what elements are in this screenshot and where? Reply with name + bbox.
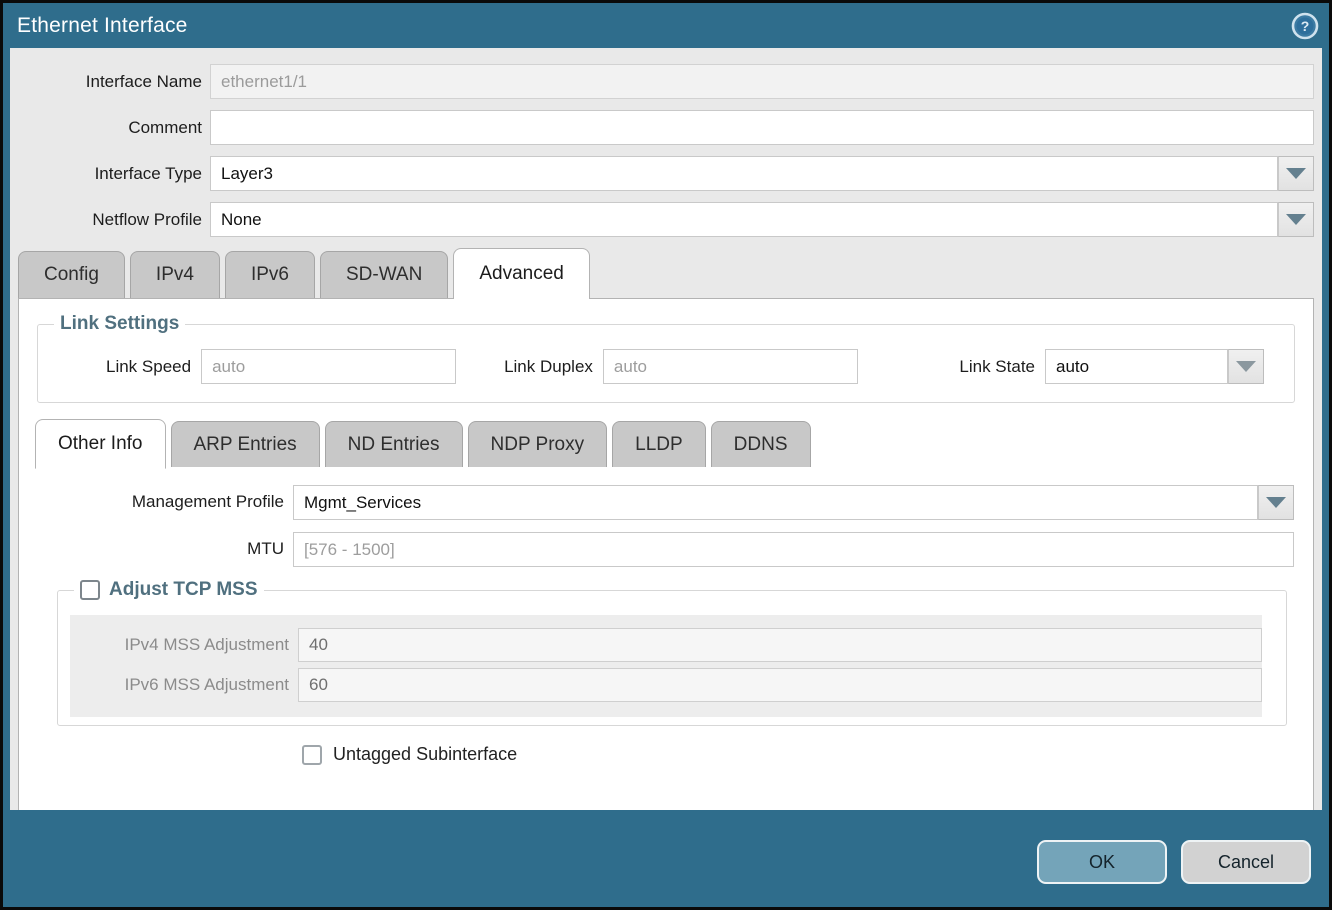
tab-arp-entries[interactable]: ARP Entries xyxy=(171,421,320,467)
interface-type-label: Interface Type xyxy=(18,164,210,184)
chevron-down-icon xyxy=(1266,497,1286,508)
ok-button[interactable]: OK xyxy=(1037,840,1167,884)
link-state-select[interactable] xyxy=(1045,349,1228,384)
management-profile-select[interactable] xyxy=(293,485,1258,520)
tab-ndp-proxy[interactable]: NDP Proxy xyxy=(468,421,608,467)
link-speed-label: Link Speed xyxy=(106,357,201,377)
interface-name-label: Interface Name xyxy=(18,72,210,92)
management-profile-dropdown-button[interactable] xyxy=(1258,485,1294,520)
link-duplex-input[interactable] xyxy=(603,349,858,384)
comment-label: Comment xyxy=(18,118,210,138)
other-info-panel: Management Profile MTU xyxy=(35,467,1297,765)
interface-type-dropdown-button[interactable] xyxy=(1278,156,1314,191)
ethernet-interface-dialog: Ethernet Interface ? Interface Name Comm… xyxy=(0,0,1332,910)
link-speed-input[interactable] xyxy=(201,349,456,384)
tab-nd-entries[interactable]: ND Entries xyxy=(325,421,463,467)
advanced-tab-panel: Link Settings Link Speed Link Duplex xyxy=(18,298,1314,810)
help-icon[interactable]: ? xyxy=(1291,12,1319,40)
mtu-row: MTU xyxy=(35,532,1297,566)
svg-text:?: ? xyxy=(1301,18,1310,34)
link-state-dropdown-button[interactable] xyxy=(1228,349,1264,384)
link-settings-fieldset: Link Settings Link Speed Link Duplex xyxy=(37,313,1295,403)
dialog-body: Interface Name Comment Interface Type Ne… xyxy=(10,48,1322,810)
management-profile-label: Management Profile xyxy=(35,492,293,512)
management-profile-row: Management Profile xyxy=(35,485,1297,519)
tab-ddns[interactable]: DDNS xyxy=(711,421,811,467)
comment-input[interactable] xyxy=(210,110,1314,145)
adjust-tcp-mss-checkbox[interactable] xyxy=(80,580,100,600)
tab-ipv4[interactable]: IPv4 xyxy=(130,251,220,298)
tab-ipv6[interactable]: IPv6 xyxy=(225,251,315,298)
tab-sd-wan[interactable]: SD-WAN xyxy=(320,251,448,298)
dialog-footer: OK Cancel xyxy=(3,823,1329,907)
ipv4-mss-input xyxy=(298,628,1262,662)
ipv6-mss-label: IPv6 MSS Adjustment xyxy=(70,675,298,695)
main-tabbar: Config IPv4 IPv6 SD-WAN Advanced xyxy=(18,248,1314,298)
mss-disabled-group: IPv4 MSS Adjustment IPv6 MSS Adjustment xyxy=(70,615,1262,717)
netflow-profile-row: Netflow Profile xyxy=(18,202,1314,237)
mtu-label: MTU xyxy=(35,539,293,559)
netflow-profile-dropdown-button[interactable] xyxy=(1278,202,1314,237)
link-duplex-label: Link Duplex xyxy=(504,357,603,377)
dialog-titlebar: Ethernet Interface ? xyxy=(3,3,1329,48)
comment-row: Comment xyxy=(18,110,1314,145)
netflow-profile-label: Netflow Profile xyxy=(18,210,210,230)
adjust-tcp-mss-legend: Adjust TCP MSS xyxy=(74,579,264,601)
tab-config[interactable]: Config xyxy=(18,251,125,298)
interface-type-row: Interface Type xyxy=(18,156,1314,191)
dialog-title: Ethernet Interface xyxy=(17,14,188,38)
chevron-down-icon xyxy=(1236,361,1256,372)
mtu-input[interactable] xyxy=(293,532,1294,567)
ipv4-mss-row: IPv4 MSS Adjustment xyxy=(70,628,1262,662)
interface-name-row: Interface Name xyxy=(18,64,1314,99)
interface-type-select[interactable] xyxy=(210,156,1278,191)
adjust-tcp-mss-label: Adjust TCP MSS xyxy=(109,579,258,601)
tab-other-info[interactable]: Other Info xyxy=(35,419,166,469)
link-state-label: Link State xyxy=(959,357,1045,377)
adjust-tcp-mss-fieldset: Adjust TCP MSS IPv4 MSS Adjustment IPv6 … xyxy=(57,579,1287,726)
link-settings-legend: Link Settings xyxy=(54,313,185,335)
chevron-down-icon xyxy=(1286,214,1306,225)
interface-name-input xyxy=(210,64,1314,99)
ipv6-mss-row: IPv6 MSS Adjustment xyxy=(70,668,1262,702)
untagged-subinterface-row: Untagged Subinterface xyxy=(302,744,1297,765)
ipv4-mss-label: IPv4 MSS Adjustment xyxy=(70,635,298,655)
untagged-subinterface-checkbox[interactable] xyxy=(302,745,322,765)
tab-advanced[interactable]: Advanced xyxy=(453,248,590,299)
untagged-subinterface-label: Untagged Subinterface xyxy=(333,744,517,765)
other-info-tabbar: Other Info ARP Entries ND Entries NDP Pr… xyxy=(35,417,1297,467)
netflow-profile-select[interactable] xyxy=(210,202,1278,237)
cancel-button[interactable]: Cancel xyxy=(1181,840,1311,884)
chevron-down-icon xyxy=(1286,168,1306,179)
tab-lldp[interactable]: LLDP xyxy=(612,421,706,467)
ipv6-mss-input xyxy=(298,668,1262,702)
